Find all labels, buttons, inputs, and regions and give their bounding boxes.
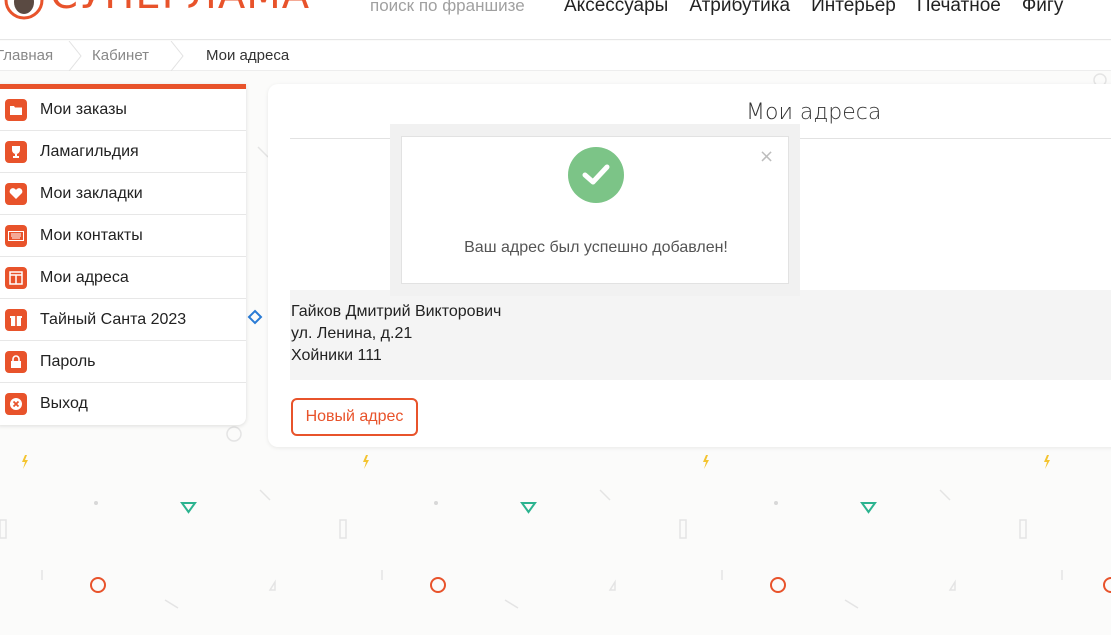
- sidebar-item-llamaguild[interactable]: Ламагильдия: [0, 131, 246, 173]
- account-sidebar: Мои заказы Ламагильдия Мои закладки Мои …: [0, 84, 246, 425]
- nav-item-attributes[interactable]: Атрибутика: [689, 0, 790, 18]
- address-city: Хойники 111: [291, 347, 382, 364]
- address-street: ул. Ленина, д.21: [291, 325, 413, 342]
- columns-icon: [5, 266, 27, 289]
- sidebar-item-bookmarks[interactable]: Мои закладки: [0, 173, 246, 215]
- logo[interactable]: СУПЕРЛАМА: [0, 0, 309, 30]
- check-circle-icon: [568, 147, 624, 203]
- breadcrumb-home[interactable]: Главная: [0, 47, 53, 64]
- gift-icon: [5, 308, 27, 331]
- trophy-icon: [5, 140, 27, 163]
- sidebar-item-label: Мои адреса: [40, 268, 129, 286]
- chevron-right-icon: [68, 41, 82, 71]
- nav-item-accessories[interactable]: Аксессуары: [564, 0, 668, 18]
- site-header: СУПЕРЛАМА поиск по франшизе Аксессуары А…: [0, 0, 1111, 40]
- folder-icon: [5, 98, 27, 121]
- sidebar-item-addresses[interactable]: Мои адреса: [0, 257, 246, 299]
- logo-text: СУПЕРЛАМА: [50, 0, 310, 17]
- lock-icon: [5, 350, 27, 373]
- nav-item-printed[interactable]: Печатное: [917, 0, 1001, 18]
- search-input[interactable]: поиск по франшизе: [370, 0, 525, 18]
- keyboard-icon: [5, 224, 27, 247]
- main-nav: Аксессуары Атрибутика Интерьер Печатное …: [564, 0, 1084, 18]
- sidebar-item-label: Выход: [40, 395, 88, 412]
- modal-overlay: × Ваш адрес был успешно добавлен!: [390, 124, 800, 296]
- close-circle-icon: [5, 393, 27, 415]
- breadcrumb-cabinet[interactable]: Кабинет: [92, 47, 149, 64]
- heart-icon: [5, 182, 27, 205]
- sidebar-item-password[interactable]: Пароль: [0, 341, 246, 383]
- sidebar-item-label: Ламагильдия: [40, 142, 139, 160]
- sidebar-item-contacts[interactable]: Мои контакты: [0, 215, 246, 257]
- new-address-button[interactable]: Новый адрес: [291, 398, 418, 436]
- nav-item-interior[interactable]: Интерьер: [811, 0, 896, 18]
- nav-item-figures[interactable]: Фигу: [1022, 0, 1064, 18]
- close-icon[interactable]: ×: [759, 146, 774, 167]
- breadcrumb-current: Мои адреса: [206, 47, 290, 64]
- modal-message: Ваш адрес был успешно добавлен!: [464, 239, 728, 256]
- sidebar-item-secret-santa[interactable]: Тайный Санта 2023: [0, 299, 246, 341]
- sidebar-item-orders[interactable]: Мои заказы: [0, 89, 246, 131]
- success-modal: × Ваш адрес был успешно добавлен!: [401, 136, 789, 284]
- sidebar-item-label: Мои заказы: [40, 100, 127, 118]
- breadcrumb: Главная Кабинет Мои адреса: [0, 41, 1111, 71]
- chevron-right-icon: [170, 41, 184, 71]
- sidebar-item-logout[interactable]: Выход: [0, 383, 246, 425]
- sidebar-item-label: Мои контакты: [40, 226, 143, 244]
- address-name: Гайков Дмитрий Викторович: [291, 303, 502, 320]
- page-title: Мои адреса: [746, 100, 882, 125]
- address-card[interactable]: Гайков Дмитрий Викторович ул. Ленина, д.…: [290, 290, 1111, 380]
- llama-logo-icon: [4, 0, 44, 20]
- sidebar-item-label: Пароль: [40, 352, 96, 370]
- sidebar-item-label: Тайный Санта 2023: [40, 310, 187, 328]
- sidebar-item-label: Мои закладки: [40, 184, 143, 202]
